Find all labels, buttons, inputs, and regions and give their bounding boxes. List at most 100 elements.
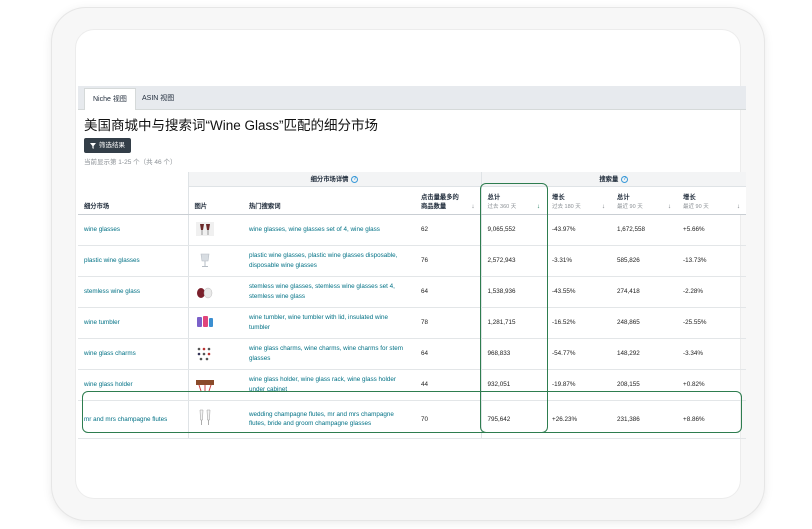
total-360-cell: 2,572,943 [480,245,547,277]
table-row: mr and mrs champagne flutes wedding champ… [78,400,747,439]
total-90-cell: 208,155 [611,369,678,401]
image-cell [187,307,243,339]
tab-asin-view[interactable]: ASIN 视图 [134,88,182,110]
table-row: wine glass holder wine glass holder, wine… [78,369,747,401]
growth-180-cell: -19.87% [546,369,612,401]
result-count: 当前显示第 1-25 个（共 46 个） [84,159,177,166]
col-header-clicked[interactable]: 点击量最多的商品数量 ↓ [415,186,482,215]
col-header-total-360-label: 总计 [487,193,501,201]
total-360-cell: 9,065,552 [480,214,547,246]
filter-results-label: 筛选结果 [99,142,125,149]
niche-cell[interactable]: wine glass charms [78,338,188,370]
table-row: wine glasses wine glasses, wine glasses s… [78,214,747,246]
growth-90-cell: +8.86% [677,400,747,439]
total-360-cell: 1,538,936 [480,276,547,308]
col-header-total-360-sub: 过去 360 天 [487,203,517,210]
niche-cell[interactable]: wine tumbler [78,307,188,339]
group-header-details-label: 细分市场详情 [310,176,349,184]
total-90-cell: 231,386 [611,400,678,439]
keywords-cell[interactable]: wine glass holder, wine glass rack, wine… [243,369,415,401]
product-image [195,253,215,271]
niche-cell[interactable]: stemless wine glass [78,276,188,308]
col-header-growth-90[interactable]: 增长最近 90 天 ↓ [677,186,747,215]
keywords-cell[interactable]: stemless wine glasses, stemless wine gla… [243,276,415,308]
growth-180-cell: -54.77% [546,338,612,370]
filter-results-button[interactable]: 筛选结果 [84,138,131,153]
info-icon[interactable]: ? [621,176,629,184]
table-row: plastic wine glasses plastic wine glasses… [78,245,747,277]
col-header-image: 图片 [187,186,243,215]
col-header-growth-90-label: 增长 [683,193,696,201]
niche-cell[interactable]: wine glasses [78,214,188,246]
growth-90-cell: +0.82% [677,369,747,401]
total-90-cell: 248,865 [611,307,678,339]
clicked-count-cell: 78 [415,307,482,339]
keywords-cell[interactable]: plastic wine glasses, plastic wine glass… [243,245,415,277]
group-header-details: 细分市场详情? [187,172,482,187]
keywords-cell[interactable]: wedding champagne flutes, mr and mrs cha… [243,400,415,439]
image-cell [187,276,243,308]
funnel-icon [90,142,96,149]
col-header-clicked-label: 点击量最多的商品数量 [421,193,459,210]
clicked-count-cell: 64 [415,338,482,370]
clicked-count-cell: 76 [415,245,482,277]
product-image [195,409,215,429]
total-360-cell: 932,051 [480,369,547,401]
group-header-blank [78,172,188,186]
niche-table: 细分市场详情? 搜索量? 细分市场 图片 热门搜索词 点击量最多的商品数量 ↓ 总… [78,172,747,439]
clicked-count-cell: 44 [415,369,482,401]
sort-arrow-icon[interactable]: ↓ [602,203,605,210]
col-header-total-90[interactable]: 总计 最近 90 天 ↓ [611,186,678,215]
growth-180-cell: -16.52% [546,307,612,339]
growth-90-cell: -3.34% [677,338,747,370]
info-icon[interactable]: ? [351,176,359,184]
total-90-cell: 585,826 [611,245,678,277]
product-image [195,379,215,395]
niche-cell[interactable]: plastic wine glasses [78,245,188,277]
product-image [195,287,215,302]
image-cell [187,369,243,401]
growth-180-cell: -3.31% [546,245,612,277]
clicked-count-cell: 64 [415,276,482,308]
view-tabbar: Niche 视图 ASIN 视图 [78,86,746,110]
col-header-total-360[interactable]: 总计过去 360 天 ↓ [480,186,547,215]
col-header-total-90-sub: 最近 90 天 [617,203,643,210]
col-header-growth-180[interactable]: 增长过去 180 天 ↓ [546,186,612,215]
growth-180-cell: -43.55% [546,276,612,308]
total-360-cell: 1,281,715 [480,307,547,339]
total-360-cell: 795,642 [480,400,547,439]
sort-arrow-icon[interactable]: ↓ [537,203,540,210]
growth-90-cell: -13.73% [677,245,747,277]
table-row: wine tumbler wine tumbler, wine tumbler w… [78,307,747,339]
clicked-count-cell: 62 [415,214,482,246]
sort-arrow-icon[interactable]: ↓ [668,203,671,210]
page-title: 美国商城中与搜索词“Wine Glass”匹配的细分市场 [84,118,379,133]
image-cell [187,214,243,246]
growth-90-cell: -2.28% [677,276,747,308]
tab-niche-view[interactable]: Niche 视图 [84,88,136,110]
niche-table-container: 细分市场详情? 搜索量? 细分市场 图片 热门搜索词 点击量最多的商品数量 ↓ 总… [78,172,747,439]
clicked-count-cell: 70 [415,400,482,439]
keywords-cell[interactable]: wine glass charms, wine charms, wine cha… [243,338,415,370]
col-header-growth-90-sub: 最近 90 天 [683,203,709,210]
group-header-search-volume: 搜索量? [480,172,747,187]
total-360-cell: 968,833 [480,338,547,370]
growth-180-cell: -43.97% [546,214,612,246]
col-header-keywords: 热门搜索词 [243,186,415,215]
product-image [195,221,215,240]
sort-arrow-icon[interactable]: ↓ [471,203,474,210]
product-image [195,347,215,364]
niche-cell[interactable]: mr and mrs champagne flutes [78,400,188,439]
keywords-cell[interactable]: wine tumbler, wine tumbler with lid, ins… [243,307,415,339]
image-cell [187,400,243,439]
table-row: stemless wine glass stemless wine glasses… [78,276,747,308]
col-header-growth-180-label: 增长 [552,193,565,201]
keywords-cell[interactable]: wine glasses, wine glasses set of 4, win… [243,214,415,246]
niche-cell[interactable]: wine glass holder [78,369,188,401]
col-header-growth-180-sub: 过去 180 天 [552,203,581,210]
table-row: wine glass charms wine glass charms, wine… [78,338,747,370]
total-90-cell: 274,418 [611,276,678,308]
total-90-cell: 1,672,558 [611,214,678,246]
sort-arrow-icon[interactable]: ↓ [737,203,740,210]
product-image [195,315,215,333]
